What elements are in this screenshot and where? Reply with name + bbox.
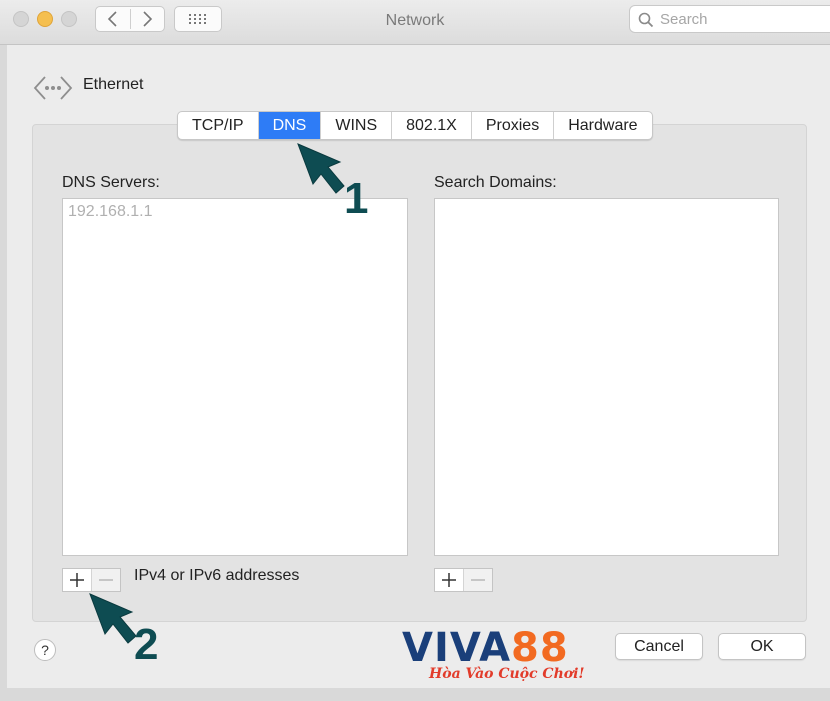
search-icon	[638, 12, 654, 28]
dns-servers-list[interactable]: 192.168.1.1	[62, 198, 408, 556]
remove-dns-server-button[interactable]	[91, 569, 120, 591]
ethernet-icon	[33, 76, 73, 100]
tab-tcpip[interactable]: TCP/IP	[178, 112, 258, 139]
tab-hardware[interactable]: Hardware	[553, 112, 651, 139]
dns-server-entry[interactable]: 192.168.1.1	[68, 203, 153, 221]
cancel-button[interactable]: Cancel	[615, 633, 703, 660]
tab-proxies[interactable]: Proxies	[470, 112, 553, 139]
tab-bar: TCP/IP DNS WINS 802.1X Proxies Hardware	[177, 111, 653, 140]
annotation-step-2: 2	[134, 620, 159, 669]
search-domains-label: Search Domains:	[434, 174, 557, 191]
viva88-logo: VIVA88 Hòa Vào Cuộc Chơi!	[402, 625, 585, 682]
tab-wins[interactable]: WINS	[320, 112, 391, 139]
tab-dns[interactable]: DNS	[257, 112, 321, 139]
minus-icon	[99, 579, 113, 581]
logo-slogan: Hòa Vào Cuộc Chơi!	[429, 666, 585, 682]
tab-8021x[interactable]: 802.1X	[391, 112, 471, 139]
dns-servers-label: DNS Servers:	[62, 174, 160, 191]
logo-part-viva: VIVA	[402, 625, 512, 671]
search-domains-list[interactable]	[434, 198, 779, 556]
logo-part-88: 88	[511, 625, 569, 671]
settings-panel: DNS Servers: 192.168.1.1 Search Domains:	[32, 124, 807, 622]
ok-button[interactable]: OK	[718, 633, 806, 660]
plus-icon	[70, 573, 84, 587]
search-placeholder: Search	[660, 11, 708, 28]
dns-add-remove-group	[62, 568, 121, 592]
search-field[interactable]: Search	[629, 5, 830, 33]
help-button[interactable]: ?	[34, 639, 56, 661]
annotation-step-1: 1	[344, 174, 369, 223]
address-hint: IPv4 or IPv6 addresses	[134, 567, 300, 584]
interface-name: Ethernet	[83, 76, 144, 93]
domain-add-remove-group	[434, 568, 493, 592]
plus-icon	[442, 573, 456, 587]
add-search-domain-button[interactable]	[435, 569, 463, 591]
annotation-arrow-1	[297, 143, 345, 194]
remove-search-domain-button[interactable]	[463, 569, 492, 591]
title-bar: Network Search	[0, 0, 830, 45]
add-dns-server-button[interactable]	[63, 569, 91, 591]
minus-icon	[471, 579, 485, 581]
